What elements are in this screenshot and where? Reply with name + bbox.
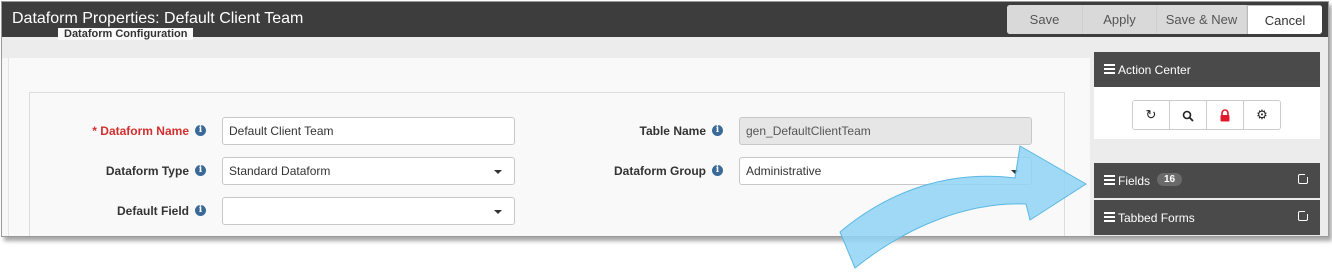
callout-arrow-icon xyxy=(839,145,1087,269)
dataform-name-input[interactable]: Default Client Team xyxy=(222,117,515,145)
action-center-body: ↻ ⚙ xyxy=(1094,87,1320,139)
info-icon[interactable]: i xyxy=(195,165,206,176)
action-icon-group: ↻ ⚙ xyxy=(1132,100,1281,130)
save-and-new-button[interactable]: Save & New xyxy=(1157,5,1247,34)
info-icon[interactable]: i xyxy=(712,125,723,136)
tabbed-forms-header[interactable]: Tabbed Forms xyxy=(1094,200,1320,235)
server-icon xyxy=(1104,64,1115,74)
save-button[interactable]: Save xyxy=(1007,5,1083,34)
chevron-down-icon xyxy=(494,210,502,214)
lock-icon[interactable] xyxy=(1207,101,1244,129)
external-link-icon[interactable] xyxy=(1298,172,1310,184)
fields-header[interactable]: Fields 16 xyxy=(1094,163,1320,198)
title-bar: Dataform Properties: Default Client Team… xyxy=(2,2,1328,37)
dataform-type-value: Standard Dataform xyxy=(229,164,331,178)
apply-button[interactable]: Apply xyxy=(1083,5,1157,34)
search-icon[interactable] xyxy=(1170,101,1207,129)
list-icon xyxy=(1104,175,1115,185)
chevron-down-icon xyxy=(494,170,502,174)
section-title: Dataform Configuration xyxy=(58,28,194,40)
info-icon[interactable]: i xyxy=(195,125,206,136)
fields-label: Fields xyxy=(1118,174,1151,188)
dataform-type-label: Dataform Type xyxy=(105,164,189,178)
cancel-button[interactable]: Cancel xyxy=(1247,5,1322,34)
gear-icon[interactable]: ⚙ xyxy=(1244,101,1280,129)
info-icon[interactable]: i xyxy=(712,165,723,176)
external-link-icon[interactable] xyxy=(1298,209,1310,221)
refresh-icon[interactable]: ↻ xyxy=(1133,101,1170,129)
dataform-type-select[interactable]: Standard Dataform xyxy=(222,157,515,185)
action-center-label: Action Center xyxy=(1118,63,1191,77)
info-icon[interactable]: i xyxy=(195,205,206,216)
tabbed-forms-label: Tabbed Forms xyxy=(1118,211,1195,225)
action-center-header[interactable]: Action Center xyxy=(1094,52,1320,87)
fields-count-badge: 16 xyxy=(1157,173,1183,186)
table-name-label: Table Name xyxy=(639,124,706,138)
window-title: Dataform Properties: Default Client Team xyxy=(12,10,304,27)
dataform-group-value: Administrative xyxy=(746,164,822,178)
dataform-name-label: * Dataform Name xyxy=(92,124,189,138)
default-field-label: Default Field xyxy=(116,204,189,218)
dataform-properties-window: Dataform Properties: Default Client Team… xyxy=(1,1,1329,237)
list-icon xyxy=(1104,212,1115,222)
toolbar-button-group: Save Apply Save & New Cancel xyxy=(1007,5,1322,34)
default-field-select[interactable] xyxy=(222,197,515,225)
dataform-group-label: Dataform Group xyxy=(613,164,706,178)
